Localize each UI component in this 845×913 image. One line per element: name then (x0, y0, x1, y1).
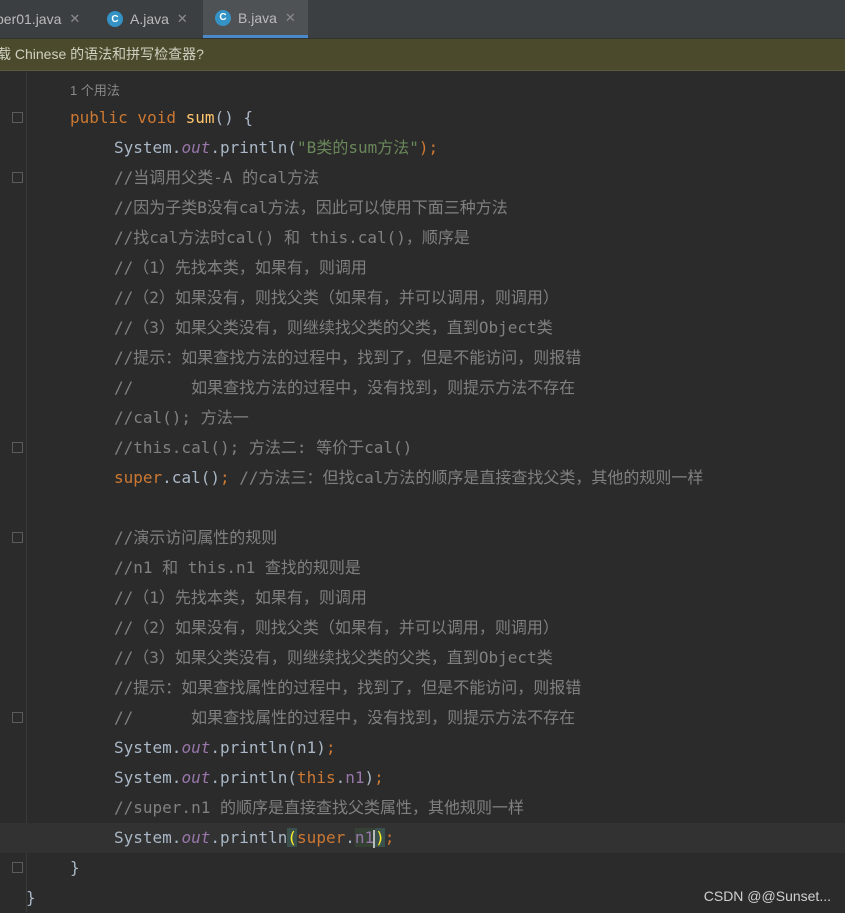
comment-text: //super.n1 的顺序是直接查找父类属性，其他规则一样 (114, 798, 524, 817)
comment-text: //演示访问属性的规则 (114, 528, 278, 547)
comment-text: //this.cal(); 方法二: 等价于cal() (114, 438, 413, 457)
code-line[interactable]: System.out.println(this.n1); (0, 763, 845, 793)
string-literal: "B类的sum方法" (297, 138, 419, 157)
comment-text: //n1 和 this.n1 查找的规则是 (114, 558, 361, 577)
code-token: () { (214, 108, 254, 127)
code-line[interactable]: public void sum() { (0, 103, 845, 133)
tab-b-java[interactable]: C B.java ✕ (203, 0, 308, 38)
keyword: public void (70, 108, 186, 127)
comment-line[interactable]: //（3）如果父类没有，则继续找父类的父类，直到Object类 (0, 313, 845, 343)
keyword: super (114, 468, 163, 487)
code-token: . (345, 828, 355, 847)
comment-line[interactable]: //（2）如果没有，则找父类（如果有，并可以调用，则调用） (0, 283, 845, 313)
comment-line[interactable]: //提示：如果查找方法的过程中，找到了，但是不能访问，则报错 (0, 343, 845, 373)
code-token: ; (219, 468, 230, 487)
comment-line[interactable]: //this.cal(); 方法二: 等价于cal() (0, 433, 845, 463)
comment-text: //（1）先找本类，如果有，则调用 (114, 258, 367, 277)
comment-line[interactable]: //super.n1 的顺序是直接查找父类属性，其他规则一样 (0, 793, 845, 823)
code-line[interactable]: System.out.println(n1); (0, 733, 845, 763)
code-token: .println( (210, 768, 298, 787)
code-editor[interactable]: 1 个用法 public void sum() { System.out.pri… (0, 72, 845, 912)
code-token: .println (210, 828, 288, 847)
closing-brace: } (70, 858, 80, 877)
comment-line[interactable]: //（3）如果父类没有，则继续找父类的父类，直到Object类 (0, 643, 845, 673)
comment-text: // 如果查找方法的过程中，没有找到，则提示方法不存在 (114, 378, 576, 397)
java-class-icon: C (107, 11, 123, 27)
comment-line[interactable]: //因为子类B没有cal方法，因此可以使用下面三种方法 (0, 193, 845, 223)
java-class-icon: C (215, 9, 231, 26)
comment-text: //（1）先找本类，如果有，则调用 (114, 588, 367, 607)
close-icon[interactable]: ✕ (177, 11, 188, 27)
tab-label: B.java (238, 9, 277, 26)
comment-line[interactable]: //（1）先找本类，如果有，则调用 (0, 253, 845, 283)
comment-text: //找cal方法时cal() 和 this.cal()，顺序是 (114, 228, 470, 247)
comment-text: //（2）如果没有，则找父类（如果有，并可以调用，则调用） (114, 618, 559, 637)
comment-text: //因为子类B没有cal方法，因此可以使用下面三种方法 (114, 198, 508, 217)
code-line[interactable]: super.cal(); //方法三：但找cal方法的顺序是直接查找父类，其他的… (0, 463, 845, 493)
watermark: CSDN @@Sunset... (703, 888, 831, 904)
comment-text: //（3）如果父类没有，则继续找父类的父类，直到Object类 (114, 318, 553, 337)
comment-text: //方法三：但找cal方法的顺序是直接查找父类，其他的规则一样 (229, 468, 704, 487)
comment-line[interactable]: //（2）如果没有，则找父类（如果有，并可以调用，则调用） (0, 613, 845, 643)
comment-line[interactable]: // 如果查找属性的过程中，没有找到，则提示方法不存在 (0, 703, 845, 733)
comment-text: //（2）如果没有，则找父类（如果有，并可以调用，则调用） (114, 288, 559, 307)
code-token: ; (374, 768, 384, 787)
code-line[interactable]: System.out.println("B类的sum方法"); (0, 133, 845, 163)
matched-paren: ( (287, 828, 298, 847)
field-name: n1 (345, 768, 365, 787)
keyword: super (297, 828, 346, 847)
comment-line[interactable]: //当调用父类-A 的cal方法 (0, 163, 845, 193)
code-token: ); (418, 138, 439, 157)
method-name: sum (185, 108, 215, 127)
field-name: n1 (354, 828, 375, 847)
comment-text: //cal(); 方法一 (114, 408, 249, 427)
comment-text: // 如果查找属性的过程中，没有找到，则提示方法不存在 (114, 708, 576, 727)
comment-line[interactable]: //找cal方法时cal() 和 this.cal()，顺序是 (0, 223, 845, 253)
code-token: . (335, 768, 346, 787)
comment-text: //当调用父类-A 的cal方法 (114, 168, 320, 187)
code-token: System. (114, 768, 182, 787)
comment-line[interactable]: //n1 和 this.n1 查找的规则是 (0, 553, 845, 583)
static-field: out (181, 738, 211, 757)
code-token: System. (114, 738, 182, 757)
tab-label: per01.java (0, 11, 62, 27)
code-token: ; (384, 828, 395, 847)
close-icon[interactable]: ✕ (285, 10, 296, 26)
comment-line[interactable]: // 如果查找方法的过程中，没有找到，则提示方法不存在 (0, 373, 845, 403)
comment-line[interactable]: //提示：如果查找属性的过程中，找到了，但是不能访问，则报错 (0, 673, 845, 703)
tab-super01-java[interactable]: per01.java ✕ (0, 0, 97, 38)
closing-brace: } (26, 888, 36, 907)
code-token: System. (114, 138, 182, 157)
tab-a-java[interactable]: C A.java ✕ (97, 0, 203, 38)
code-token: .cal() (162, 468, 220, 487)
editor-tab-bar: per01.java ✕ C A.java ✕ C B.java ✕ (0, 0, 845, 39)
usages-inlay-hint[interactable]: 1 个用法 (70, 80, 120, 99)
comment-line[interactable]: //演示访问属性的规则 (0, 523, 845, 553)
comment-text: //提示：如果查找方法的过程中，找到了，但是不能访问，则报错 (114, 348, 582, 367)
code-token: ; (325, 738, 336, 757)
code-token: ) (364, 768, 375, 787)
comment-line[interactable]: //（1）先找本类，如果有，则调用 (0, 583, 845, 613)
static-field: out (181, 828, 211, 847)
comment-text: //提示：如果查找属性的过程中，找到了，但是不能访问，则报错 (114, 678, 582, 697)
matched-paren: ) (375, 828, 385, 847)
code-line[interactable]: } (0, 853, 845, 883)
current-code-line[interactable]: System.out.println(super.n1); (0, 823, 845, 853)
static-field: out (181, 138, 211, 157)
code-token: System. (114, 828, 182, 847)
notification-text: 载 Chinese 的语法和拼写检查器? (0, 46, 204, 62)
close-icon[interactable]: ✕ (69, 11, 80, 27)
tab-label: A.java (130, 11, 169, 27)
comment-line[interactable]: //cal(); 方法一 (0, 403, 845, 433)
code-token: .println(n1) (210, 738, 326, 757)
code-token: .println( (210, 138, 298, 157)
spellcheck-notification-bar: 载 Chinese 的语法和拼写检查器? (0, 39, 845, 71)
comment-text: //（3）如果父类没有，则继续找父类的父类，直到Object类 (114, 648, 553, 667)
keyword: this (297, 768, 336, 787)
static-field: out (181, 768, 211, 787)
